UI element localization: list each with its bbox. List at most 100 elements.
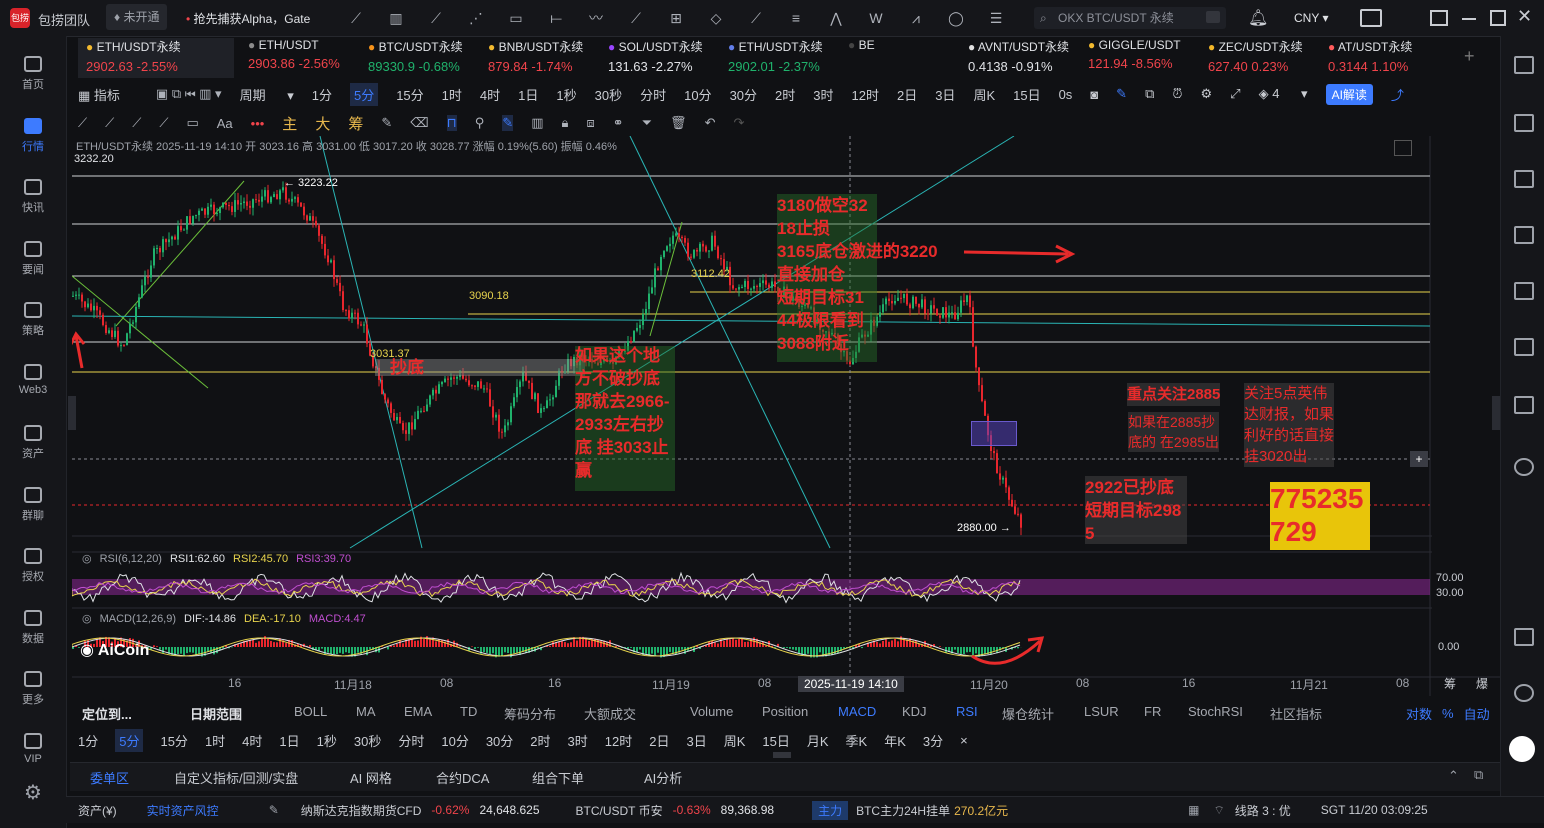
settings-tool-icon[interactable]: ☰ bbox=[976, 6, 1016, 30]
alert-icon[interactable]: ⏰︎ bbox=[1172, 86, 1182, 102]
period2-20[interactable]: 年K bbox=[884, 731, 906, 750]
monitor-icon[interactable] bbox=[1514, 282, 1534, 300]
period-1[interactable]: 5分 bbox=[349, 82, 379, 106]
scale-button-0[interactable]: 对数 bbox=[1406, 704, 1432, 723]
hline-tool-icon[interactable]: ⟝ bbox=[536, 6, 576, 30]
indicator-tab-2[interactable]: BOLL bbox=[294, 704, 327, 719]
segment-tool-icon[interactable]: ⟋ bbox=[416, 6, 456, 30]
assistant-avatar-icon[interactable] bbox=[1509, 736, 1535, 762]
big-order-button[interactable]: 大 bbox=[315, 113, 330, 134]
expand-icon[interactable] bbox=[1394, 140, 1412, 156]
indicator-tab-17[interactable]: 社区指标 bbox=[1270, 704, 1322, 723]
period2-15[interactable]: 3日 bbox=[686, 731, 706, 750]
indicator-tab-5[interactable]: TD bbox=[460, 704, 477, 719]
ticker-tab[interactable]: ● AVNT/USDT永续 0.4138 -0.91% bbox=[960, 38, 1076, 78]
collapse-handle-icon[interactable] bbox=[773, 752, 791, 758]
period-12[interactable]: 3时 bbox=[813, 85, 833, 104]
rect-tool-icon[interactable]: ▭ bbox=[496, 6, 536, 30]
indicator-tab-10[interactable]: MACD bbox=[838, 704, 876, 719]
trash-icon[interactable]: 🗑︎ bbox=[670, 115, 687, 131]
rect-icon[interactable]: ▭ bbox=[186, 115, 198, 131]
sidebar-item-4[interactable]: 策略 bbox=[0, 302, 66, 338]
indicator-tab-0[interactable]: 定位到... bbox=[82, 704, 132, 723]
indicator-tab-8[interactable]: Volume bbox=[690, 704, 733, 719]
period-3[interactable]: 1时 bbox=[442, 85, 462, 104]
popout-icon[interactable]: ⧉ bbox=[1474, 767, 1483, 783]
zigzag-tool-icon[interactable]: ⋀ bbox=[816, 6, 856, 30]
team-name[interactable]: 包捞团队 bbox=[38, 10, 90, 29]
redo-icon[interactable]: ↷ bbox=[733, 115, 744, 131]
indicator-tab-11[interactable]: KDJ bbox=[902, 704, 927, 719]
countdown-label[interactable]: 0s bbox=[1059, 87, 1073, 102]
edit-icon[interactable]: ✎ bbox=[269, 803, 279, 817]
indicator-tab-13[interactable]: 爆仓统计 bbox=[1002, 704, 1054, 723]
link-icon[interactable]: ⚭ bbox=[613, 115, 624, 131]
scale-button-1[interactable]: % bbox=[1442, 706, 1454, 721]
channel-tool-icon[interactable]: ◇ bbox=[696, 6, 736, 30]
period2-22[interactable]: × bbox=[960, 733, 968, 748]
trend-tool-icon[interactable]: ⋰ bbox=[456, 6, 496, 30]
indicator-tab-16[interactable]: StochRSI bbox=[1188, 704, 1243, 719]
layers-button[interactable]: ◈ 4 ▾ bbox=[1259, 86, 1308, 102]
period2-5[interactable]: 1日 bbox=[279, 731, 299, 750]
layout-icon[interactable] bbox=[1430, 10, 1448, 26]
document-icon[interactable] bbox=[1514, 114, 1534, 132]
ticker-tab[interactable]: ● SOL/USDT永续 131.63 -2.27% bbox=[600, 38, 716, 78]
maximize-icon[interactable] bbox=[1490, 10, 1506, 26]
period-11[interactable]: 2时 bbox=[775, 85, 795, 104]
period2-1[interactable]: 5分 bbox=[115, 728, 144, 752]
period-5[interactable]: 1日 bbox=[518, 85, 538, 104]
fib-tool-icon[interactable]: ≡ bbox=[776, 6, 816, 30]
period2-0[interactable]: 1分 bbox=[78, 731, 98, 750]
sidebar-item-7[interactable]: 群聊 bbox=[0, 486, 66, 523]
ticker-tab[interactable]: ● BTC/USDT永续 89330.9 -0.68% bbox=[360, 38, 476, 78]
ellipse-tool-icon[interactable]: ◯ bbox=[936, 6, 976, 30]
sidebar-item-6[interactable]: 资产 bbox=[0, 425, 66, 461]
period2-16[interactable]: 周K bbox=[724, 731, 746, 750]
ticker-tab[interactable]: ● ETH/USDT永续 2902.01 -2.37% bbox=[720, 38, 836, 78]
etf-icon[interactable] bbox=[1514, 338, 1534, 356]
grid-icon[interactable]: ▦ bbox=[1188, 803, 1199, 817]
segment-icon[interactable]: ⟋ bbox=[132, 115, 141, 131]
panel-tab-3[interactable]: 合约DCA bbox=[436, 768, 489, 787]
period-14[interactable]: 2日 bbox=[897, 85, 917, 104]
indicator-tab-1[interactable]: 日期范围 bbox=[190, 704, 242, 723]
chip-axis-button[interactable]: 筹 bbox=[1444, 675, 1456, 692]
add-tab-icon[interactable]: + bbox=[1464, 46, 1475, 67]
sidebar-item-0[interactable]: 首页 bbox=[0, 56, 66, 92]
liq-axis-button[interactable]: 爆 bbox=[1476, 675, 1488, 692]
period2-19[interactable]: 季K bbox=[846, 731, 868, 750]
period-8[interactable]: 分时 bbox=[640, 85, 666, 104]
ray-icon[interactable]: ⟋ bbox=[105, 115, 114, 131]
bar-chart-icon[interactable] bbox=[1514, 226, 1534, 244]
period2-13[interactable]: 12时 bbox=[605, 731, 632, 750]
search-input[interactable]: ⌕ OKX BTC/USDT 永续 bbox=[1034, 7, 1226, 29]
period2-12[interactable]: 3时 bbox=[568, 731, 588, 750]
minimize-icon[interactable] bbox=[1462, 18, 1476, 20]
ticker-tab[interactable]: ● ETH/USDT 2903.86 -2.56% bbox=[240, 38, 356, 78]
chart-type-icons[interactable]: ▣ ⧉ ⏮ ▥ ▾ bbox=[156, 86, 222, 102]
crosshair-plus-icon[interactable]: + bbox=[1410, 451, 1428, 467]
period2-17[interactable]: 15日 bbox=[762, 731, 789, 750]
period2-21[interactable]: 3分 bbox=[923, 731, 943, 750]
indicator-tab-15[interactable]: FR bbox=[1144, 704, 1161, 719]
indicator-tab-4[interactable]: EMA bbox=[404, 704, 432, 719]
window-icon[interactable] bbox=[1514, 628, 1534, 646]
share-icon[interactable]: ⤴ bbox=[1391, 85, 1404, 104]
scale-button-2[interactable]: 自动 bbox=[1464, 704, 1490, 723]
line-status[interactable]: 线路 3 : 优 bbox=[1235, 802, 1291, 819]
eye-icon[interactable]: ◎ bbox=[82, 612, 92, 625]
indicator-tab-14[interactable]: LSUR bbox=[1084, 704, 1119, 719]
bell-icon[interactable]: 🔔︎ bbox=[1248, 8, 1268, 28]
mail-icon[interactable] bbox=[1360, 9, 1382, 27]
period2-18[interactable]: 月K bbox=[807, 731, 829, 750]
main-force-text[interactable]: BTC主力24H挂单 bbox=[856, 802, 950, 819]
period2-8[interactable]: 分时 bbox=[398, 731, 424, 750]
ticker-tab[interactable]: ● GIGGLE/USDT 121.94 -8.56% bbox=[1080, 38, 1196, 78]
period-15[interactable]: 3日 bbox=[935, 85, 955, 104]
ruler-icon[interactable]: ⚲ bbox=[475, 115, 485, 131]
right-collapse-icon[interactable] bbox=[1492, 396, 1500, 430]
sidebar-item-10[interactable]: 更多 bbox=[0, 671, 66, 707]
period2-14[interactable]: 2日 bbox=[649, 731, 669, 750]
magnet-icon[interactable]: ⊓ bbox=[446, 115, 457, 131]
